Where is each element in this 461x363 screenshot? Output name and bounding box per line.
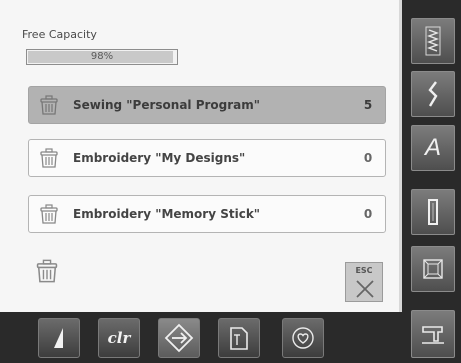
folder-row-memory-stick[interactable]: Embroidery "Memory Stick" 0: [28, 195, 386, 233]
heart-icon[interactable]: [282, 318, 324, 358]
folder-label: Embroidery "Memory Stick": [73, 207, 261, 221]
close-icon: [356, 280, 374, 298]
folder-row-my-designs[interactable]: Embroidery "My Designs" 0: [28, 139, 386, 177]
folder-count: 0: [363, 207, 373, 221]
trash-icon[interactable]: [35, 144, 63, 172]
folder-row-personal-program[interactable]: Sewing "Personal Program" 5: [28, 86, 386, 124]
esc-label: ESC: [355, 266, 373, 275]
trash-icon[interactable]: [35, 91, 63, 119]
free-capacity-bar: 98%: [26, 49, 178, 65]
free-capacity-label: Free Capacity: [22, 28, 97, 41]
file-icon[interactable]: [218, 318, 260, 358]
buttonhole-icon[interactable]: [411, 189, 455, 235]
navigation-diamond-icon[interactable]: [158, 318, 200, 358]
clr-icon[interactable]: clr: [98, 318, 140, 358]
zigzag-icon[interactable]: [411, 71, 455, 117]
alphabet-glyph: A: [424, 134, 441, 161]
folder-label: Sewing "Personal Program": [73, 98, 261, 112]
folder-count: 5: [363, 98, 373, 112]
free-capacity-percent: 98%: [90, 51, 114, 62]
delete-all-trash-icon[interactable]: [34, 258, 60, 284]
folder-count: 0: [363, 151, 373, 165]
esc-button[interactable]: ESC: [345, 262, 383, 302]
screen: Free Capacity 98% Sewing "Personal Progr…: [0, 0, 461, 363]
folder-label: Embroidery "My Designs": [73, 151, 246, 165]
main-panel: Free Capacity 98% Sewing "Personal Progr…: [0, 0, 402, 312]
needle-stop-icon[interactable]: [38, 318, 80, 358]
stitch-pattern-icon[interactable]: [411, 18, 455, 64]
quilt-icon[interactable]: [411, 246, 455, 292]
alphabet-icon[interactable]: A: [411, 125, 455, 171]
sewing-machine-icon[interactable]: [411, 310, 455, 358]
trash-icon[interactable]: [35, 200, 63, 228]
clr-label: clr: [107, 329, 131, 347]
